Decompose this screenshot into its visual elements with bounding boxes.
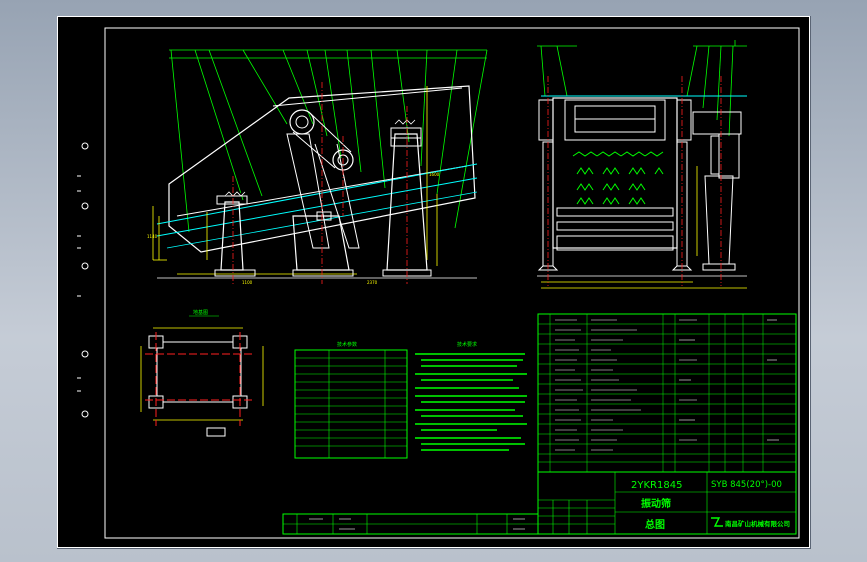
company-name: 南昌矿山机械有限公司	[725, 519, 790, 528]
inner-frame	[104, 27, 800, 539]
svg-text:1100: 1100	[242, 280, 253, 285]
company-logo-icon	[711, 517, 723, 527]
binding-holes	[81, 142, 89, 418]
tech-requirements: 技术要求	[415, 341, 527, 451]
revision-table	[282, 513, 539, 535]
end-view	[537, 40, 747, 289]
svg-text:2370: 2370	[367, 280, 378, 285]
parts-list	[537, 313, 797, 473]
cad-viewport[interactable]: 1140 1100 2370 1600 地基图 技术参数 技术要求 2YKR18…	[0, 0, 867, 562]
tech-requirements-title: 技术要求	[457, 341, 477, 348]
drawing-canvas[interactable]: 1140 1100 2370 1600 地基图 技术参数 技术要求 2YKR18…	[57, 16, 810, 548]
side-view: 1140 1100 2370 1600	[147, 49, 488, 285]
svg-text:1600: 1600	[429, 172, 440, 177]
drawing-sheet[interactable]: 1140 1100 2370 1600 地基图 技术参数 技术要求 2YKR18…	[57, 16, 811, 549]
model-number: 2YKR1845	[631, 480, 682, 491]
view-name: 总图	[645, 518, 665, 531]
drawing-number: SYB 845(20°)-00	[711, 480, 782, 490]
base-plan: 地基图	[140, 309, 264, 437]
machine-name: 振动筛	[641, 497, 671, 510]
base-plan-title: 地基图	[193, 309, 208, 316]
tech-params-title: 技术参数	[337, 341, 357, 348]
margin-ticks	[77, 175, 81, 392]
title-block: 2YKR1845 振动筛 总图 SYB 845(20°)-00 南昌矿山机械有限…	[537, 471, 797, 535]
tech-params-table: 技术参数	[294, 341, 408, 459]
svg-text:1140: 1140	[147, 234, 158, 239]
